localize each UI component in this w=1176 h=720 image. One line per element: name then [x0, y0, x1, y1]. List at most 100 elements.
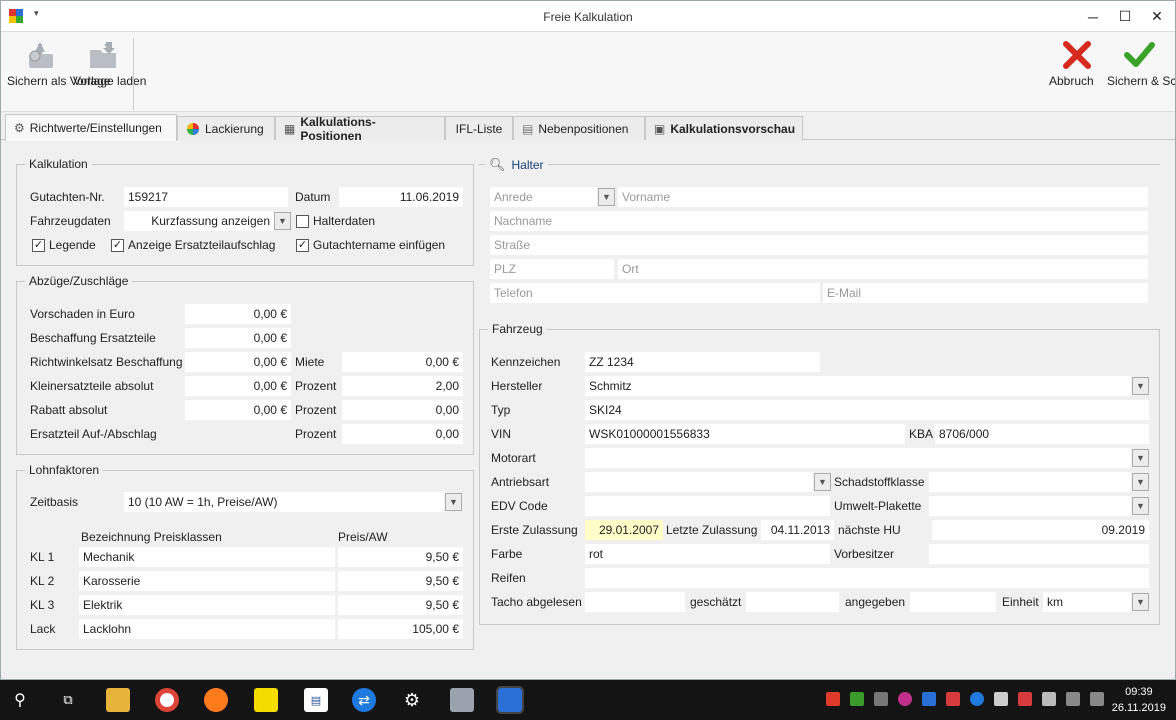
erste-zulassung-field[interactable]: 29.01.2007 [585, 520, 663, 540]
motorart-select[interactable] [585, 448, 1131, 468]
vorschaden-field[interactable]: 0,00 € [185, 304, 291, 324]
fahrzeugdaten-select[interactable]: Kurzfassung anzeigen [124, 211, 274, 231]
tab-kalkulations-positionen[interactable]: ▦ Kalkulations-Positionen [275, 115, 445, 143]
vorbesitzer-field[interactable] [929, 544, 1149, 564]
antriebsart-dropdown-icon[interactable]: ▼ [814, 473, 831, 491]
tray-app-icon[interactable] [994, 692, 1008, 706]
cancel-button[interactable]: Abbruch [1049, 40, 1105, 88]
schadstoffklasse-dropdown-icon[interactable]: ▼ [1132, 473, 1149, 491]
tray-app-icon[interactable] [874, 692, 888, 706]
motorart-dropdown-icon[interactable]: ▼ [1132, 449, 1149, 467]
richtwinkel-field[interactable]: 0,00 € [185, 352, 291, 372]
miete-field[interactable]: 0,00 € [342, 352, 463, 372]
tray-app-icon[interactable] [850, 692, 864, 706]
kalkulation-app-icon[interactable] [496, 686, 524, 714]
telefon-field[interactable]: Telefon [490, 283, 820, 303]
maximize-button[interactable]: ☐ [1109, 1, 1141, 32]
preisklasse-preis-field[interactable]: 105,00 € [338, 619, 463, 639]
legende-checkbox[interactable]: ✓ [32, 239, 45, 252]
umwelt-plakette-select[interactable] [929, 496, 1131, 516]
email-field[interactable]: E-Mail [823, 283, 1148, 303]
minimize-button[interactable]: ─ [1077, 1, 1109, 32]
preisklasse-preis-field[interactable]: 9,50 € [338, 547, 463, 567]
tab-ifl-liste[interactable]: IFL-Liste [445, 116, 513, 140]
zeitbasis-dropdown-icon[interactable]: ▼ [445, 493, 462, 511]
task-view-icon[interactable]: ⧉ [56, 688, 80, 712]
farbe-field[interactable]: rot [585, 544, 830, 564]
file-explorer-icon[interactable] [106, 688, 130, 712]
typ-field[interactable]: SKI24 [585, 400, 1149, 420]
load-template-button[interactable]: Vorlage laden [73, 40, 146, 88]
chrome-icon[interactable] [155, 688, 179, 712]
preisklasse-name-field[interactable]: Elektrik [79, 595, 335, 615]
kleinersatz-field[interactable]: 0,00 € [185, 376, 291, 396]
umwelt-plakette-dropdown-icon[interactable]: ▼ [1132, 497, 1149, 515]
angegeben-field[interactable] [910, 592, 996, 612]
anrede-select[interactable]: Anrede [490, 187, 597, 207]
tray-app-icon[interactable] [946, 692, 960, 706]
hersteller-select[interactable]: Schmitz [585, 376, 1131, 396]
anrede-dropdown-icon[interactable]: ▼ [598, 188, 615, 206]
tacho-abgelesen-field[interactable] [585, 592, 685, 612]
preisklasse-name-field[interactable]: Mechanik [79, 547, 335, 567]
geschaetzt-field[interactable] [746, 592, 839, 612]
aufabschlag-prozent-field[interactable]: 0,00 [342, 424, 463, 444]
kennzeichen-field[interactable]: ZZ 1234 [585, 352, 820, 372]
rabatt-field[interactable]: 0,00 € [185, 400, 291, 420]
tray-app-icon[interactable] [922, 692, 936, 706]
taskbar-clock[interactable]: 09:39 26.11.2019 [1112, 684, 1166, 716]
tray-app-icon[interactable] [1018, 692, 1032, 706]
beschaffung-field[interactable]: 0,00 € [185, 328, 291, 348]
kba-field[interactable]: 8706/000 [935, 424, 1149, 444]
preisklasse-name-field[interactable]: Karosserie [79, 571, 335, 591]
schadstoffklasse-select[interactable] [929, 472, 1131, 492]
datum-field[interactable]: 11.06.2019 [339, 187, 463, 207]
settings-gear-icon[interactable]: ⚙ [400, 688, 424, 712]
tray-app-icon[interactable] [826, 692, 840, 706]
zeitbasis-select[interactable]: 10 (10 AW = 1h, Preise/AW) [124, 492, 444, 512]
einheit-select[interactable]: km [1043, 592, 1131, 612]
halterdaten-checkbox[interactable] [296, 215, 309, 228]
network-icon[interactable] [1066, 692, 1080, 706]
vin-field[interactable]: WSK01000001556833 [585, 424, 905, 444]
nachname-field[interactable]: Nachname [490, 211, 1148, 231]
search-icon[interactable]: ⚲ [8, 688, 32, 712]
save-and-close-button[interactable]: Sichern & Schließen [1107, 40, 1175, 88]
hersteller-dropdown-icon[interactable]: ▼ [1132, 377, 1149, 395]
strasse-field[interactable]: Straße [490, 235, 1148, 255]
tray-teamviewer-icon[interactable] [970, 692, 984, 706]
volume-icon[interactable] [1090, 692, 1104, 706]
naechste-hu-field[interactable]: 09.2019 [932, 520, 1149, 540]
fahrzeugdaten-dropdown-icon[interactable]: ▼ [274, 212, 291, 230]
ersatzteilaufschlag-checkbox[interactable]: ✓ [111, 239, 124, 252]
gutachten-nr-field[interactable]: 159217 [124, 187, 288, 207]
letzte-zulassung-field[interactable]: 04.11.2013 [761, 520, 834, 540]
save-as-template-button[interactable]: Sichern als Vorlage [7, 40, 110, 88]
preisklasse-name-field[interactable]: Lacklohn [79, 619, 335, 639]
firefox-icon[interactable] [204, 688, 228, 712]
vorname-field[interactable]: Vorname [618, 187, 1148, 207]
sticky-notes-icon[interactable] [254, 688, 278, 712]
tab-nebenpositionen[interactable]: ▤ Nebenpositionen [513, 116, 645, 140]
antriebsart-select[interactable] [585, 472, 813, 492]
plz-field[interactable]: PLZ [490, 259, 614, 279]
reifen-field[interactable] [585, 568, 1149, 588]
preisklasse-preis-field[interactable]: 9,50 € [338, 595, 463, 615]
app-window-icon[interactable] [450, 688, 474, 712]
tab-lackierung[interactable]: Lackierung [177, 116, 275, 140]
tray-app-icon[interactable] [898, 692, 912, 706]
teamviewer-icon[interactable]: ⇄ [352, 688, 376, 712]
preisklasse-preis-field[interactable]: 9,50 € [338, 571, 463, 591]
edv-code-field[interactable] [585, 496, 830, 516]
rabatt-prozent-field[interactable]: 0,00 [342, 400, 463, 420]
close-window-button[interactable]: ✕ [1141, 1, 1173, 32]
gutachtername-checkbox[interactable]: ✓ [296, 239, 309, 252]
ort-field[interactable]: Ort [618, 259, 1148, 279]
einheit-dropdown-icon[interactable]: ▼ [1132, 593, 1149, 611]
kleinersatz-prozent-field[interactable]: 2,00 [342, 376, 463, 396]
tab-richtwerte[interactable]: ⚙ Richtwerte/Einstellungen [5, 114, 177, 141]
tab-kalkulationsvorschau[interactable]: ▣ Kalkulationsvorschau [645, 116, 803, 140]
tray-app-icon[interactable] [1042, 692, 1056, 706]
halter-group-title[interactable]: 🔍︎ Halter [485, 157, 548, 173]
document-icon[interactable]: ▤ [304, 688, 328, 712]
